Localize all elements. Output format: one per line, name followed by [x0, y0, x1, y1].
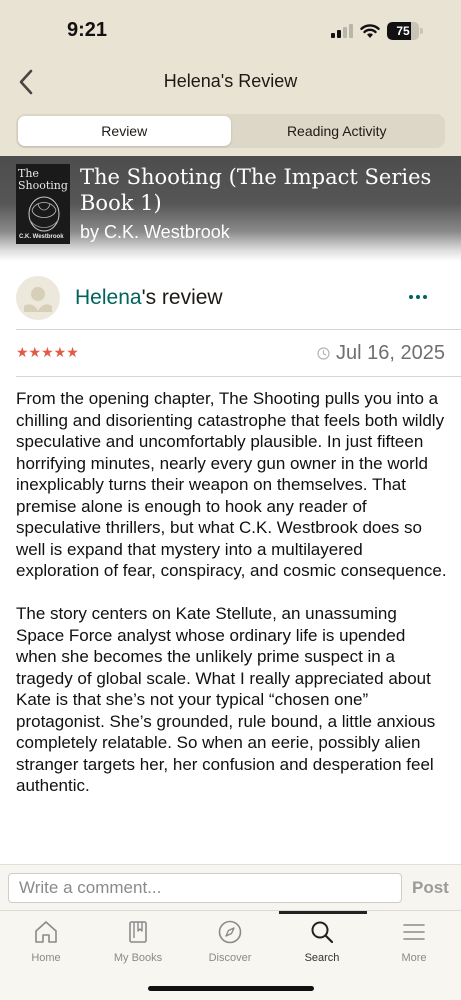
battery-level-text: 75: [396, 24, 410, 38]
book-banner[interactable]: The Shooting C.K. Westbrook The Shooting…: [0, 156, 461, 261]
tab-label: Discover: [208, 952, 252, 964]
divider: [16, 376, 461, 377]
tab-my-books[interactable]: My Books: [92, 911, 184, 971]
tab-search[interactable]: Search: [276, 911, 368, 971]
wifi-icon: [360, 23, 380, 38]
tab-discover[interactable]: Discover: [184, 911, 276, 971]
tab-label: More: [401, 952, 427, 964]
comment-bar: Post: [0, 864, 461, 910]
page-title: Helena's Review: [163, 71, 298, 91]
tab-label: Home: [31, 952, 61, 964]
cover-title: The Shooting: [18, 167, 68, 192]
segment-area: Review Reading Activity: [0, 108, 461, 156]
review-date: Jul 16, 2025: [317, 342, 445, 365]
cover-art-image: [28, 196, 60, 232]
post-button[interactable]: Post: [412, 878, 449, 898]
book-title[interactable]: The Shooting (The Impact Series Book 1): [80, 164, 450, 216]
status-icons: 75: [331, 20, 423, 42]
nav-header: Helena's Review: [0, 58, 461, 108]
dot: [423, 295, 427, 299]
battery-icon: 75: [387, 22, 423, 40]
divider: [16, 329, 461, 330]
tab-label: My Books: [113, 952, 163, 964]
tab-review[interactable]: Review: [18, 116, 231, 146]
cellular-signal-icon: [331, 24, 353, 38]
book-author[interactable]: by C.K. Westbrook: [80, 222, 230, 243]
default-avatar-icon: [24, 287, 52, 312]
review-body: From the opening chapter, The Shooting p…: [16, 388, 448, 818]
review-header: Helena's review: [0, 270, 461, 330]
tab-label: Search: [304, 952, 340, 964]
clock-icon: [317, 347, 330, 360]
comment-input[interactable]: [8, 873, 402, 903]
tab-more[interactable]: More: [368, 911, 460, 971]
status-time: 9:21: [67, 19, 108, 41]
my-books-icon: [129, 921, 147, 943]
compass-icon: [218, 920, 242, 944]
search-icon: [311, 921, 334, 944]
review-paragraph: From the opening chapter, The Shooting p…: [16, 389, 447, 580]
menu-icon: [403, 924, 425, 940]
tab-reading-activity[interactable]: Reading Activity: [231, 116, 444, 146]
reviewer-heading: Helena's review: [75, 286, 223, 310]
cover-author: C.K. Westbrook: [19, 234, 64, 240]
star-rating: ★★★★★: [16, 344, 79, 360]
dot: [409, 295, 413, 299]
home-icon: [35, 921, 57, 943]
reviewer-suffix: 's review: [141, 286, 223, 309]
rating-row: ★★★★★ Jul 16, 2025: [0, 336, 461, 374]
avatar[interactable]: [16, 276, 60, 320]
review-date-text: Jul 16, 2025: [336, 342, 445, 364]
more-options-button[interactable]: [402, 282, 434, 312]
book-cover[interactable]: The Shooting C.K. Westbrook: [16, 164, 70, 244]
dot: [416, 295, 420, 299]
review-paragraph: The story centers on Kate Stellute, an u…: [16, 604, 436, 795]
status-bar: 9:21 75: [0, 0, 461, 58]
segmented-control: Review Reading Activity: [16, 114, 445, 148]
reviewer-name-link[interactable]: Helena: [75, 286, 142, 309]
tab-home[interactable]: Home: [0, 911, 92, 971]
home-indicator: [148, 986, 314, 991]
